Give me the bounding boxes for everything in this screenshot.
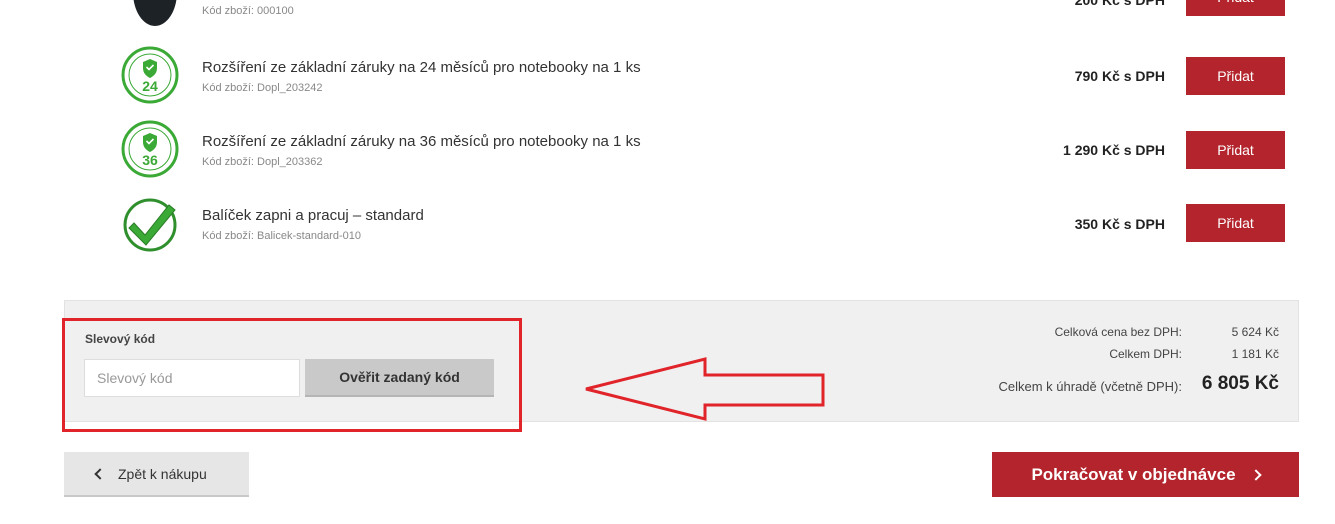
total-label: Celkem k úhradě (včetně DPH):: [998, 379, 1182, 394]
add-button[interactable]: Přidat: [1186, 57, 1285, 95]
product-price: 200 Kč s DPH: [1074, 0, 1165, 8]
add-button[interactable]: Přidat: [1186, 204, 1285, 242]
product-price: 1 290 Kč s DPH: [1063, 142, 1165, 158]
product-code: Kód zboží: Balicek-standard-010: [202, 230, 361, 242]
warranty-24-icon: 24: [120, 45, 180, 105]
mouse-icon: [125, 0, 181, 30]
continue-order-button[interactable]: Pokračovat v objednávce: [992, 452, 1299, 497]
subtotal-value: 5 624 Kč: [1231, 325, 1279, 339]
back-to-shop-button[interactable]: Zpět k nákupu: [64, 452, 249, 497]
continue-label: Pokračovat v objednávce: [1031, 464, 1236, 484]
product-code: Kód zboží: Dopl_203362: [202, 156, 323, 168]
product-name: Balíček zapni a pracuj – standard: [202, 207, 424, 224]
vat-label: Celkem DPH:: [1109, 347, 1182, 361]
badge-number: 36: [142, 152, 158, 168]
warranty-36-icon: 36: [120, 119, 180, 179]
product-row: 24 Rozšíření ze základní záruky na 24 mě…: [0, 44, 1335, 118]
product-code: Kód zboží: 000100: [202, 5, 294, 17]
product-row: Kód zboží: 000100 200 Kč s DPH Přidat: [0, 0, 1335, 34]
product-code: Kód zboží: Dopl_203242: [202, 82, 323, 94]
checkmark-icon: [120, 193, 180, 253]
total-value: 6 805 Kč: [1201, 373, 1279, 394]
coupon-highlight-box: [62, 318, 522, 432]
back-label: Zpět k nákupu: [118, 465, 207, 482]
add-button[interactable]: Přidat: [1186, 131, 1285, 169]
vat-value: 1 181 Kč: [1231, 347, 1279, 361]
product-name: Rozšíření ze základní záruky na 24 měsíc…: [202, 59, 641, 76]
product-row: Balíček zapni a pracuj – standard Kód zb…: [0, 192, 1335, 266]
chevron-left-icon: [94, 467, 106, 480]
subtotal-label: Celková cena bez DPH:: [1054, 325, 1182, 339]
add-button[interactable]: Přidat: [1186, 0, 1285, 16]
product-price: 790 Kč s DPH: [1074, 68, 1165, 84]
badge-number: 24: [142, 78, 158, 94]
product-name: Rozšíření ze základní záruky na 36 měsíc…: [202, 133, 641, 150]
product-price: 350 Kč s DPH: [1074, 216, 1165, 232]
annotation-arrow-icon: [585, 357, 825, 421]
chevron-right-icon: [1249, 468, 1262, 481]
product-row: 36 Rozšíření ze základní záruky na 36 mě…: [0, 118, 1335, 192]
